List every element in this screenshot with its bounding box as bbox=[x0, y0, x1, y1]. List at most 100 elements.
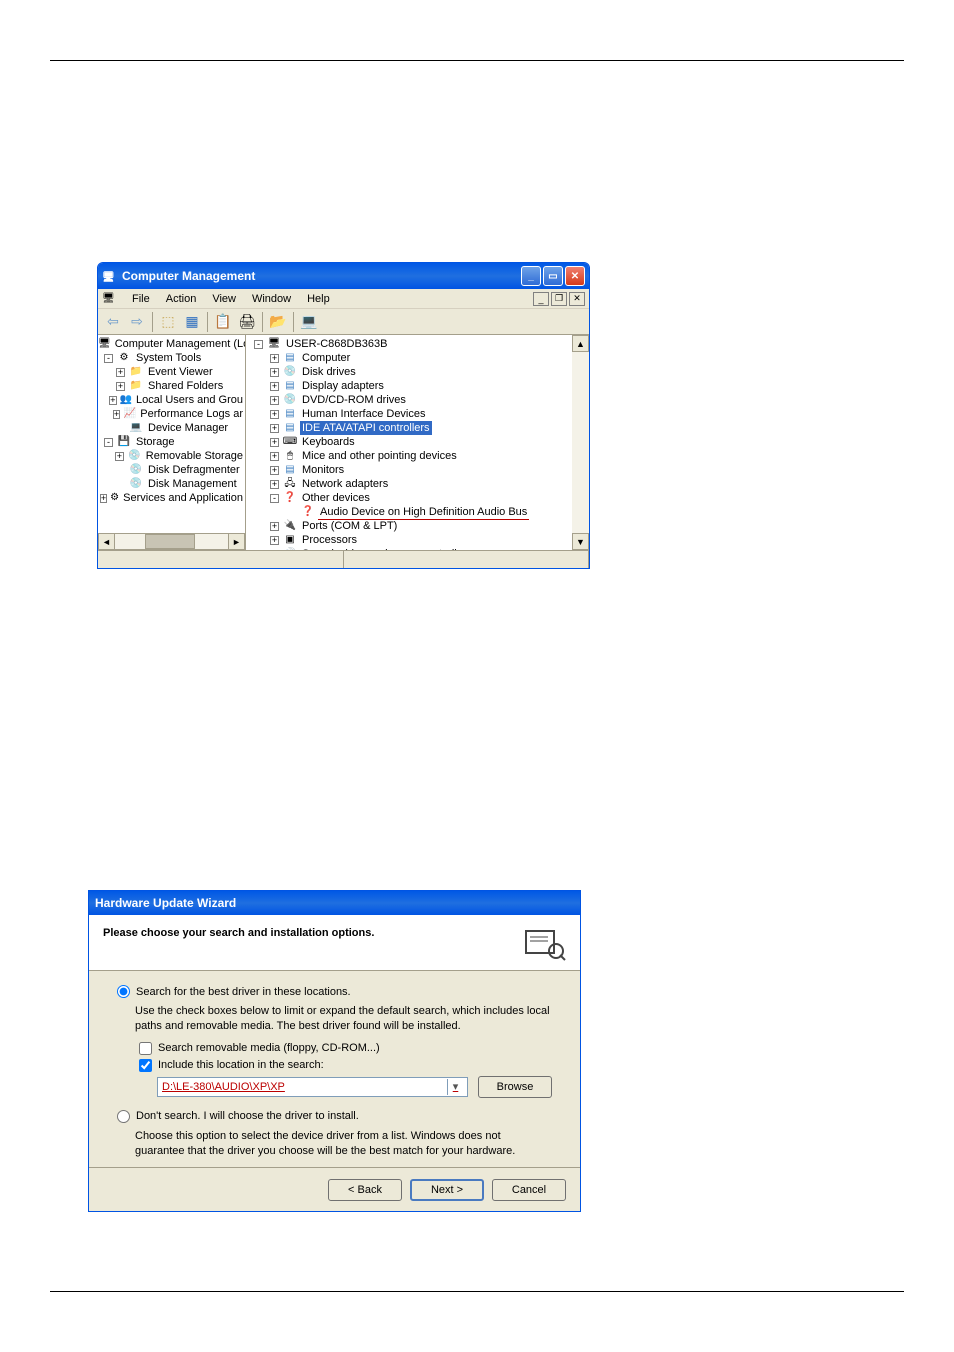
back-button[interactable]: < Back bbox=[328, 1179, 402, 1201]
tree-disk-management[interactable]: Disk Management bbox=[98, 477, 245, 491]
mdi-close-button[interactable]: ✕ bbox=[569, 292, 585, 306]
browse-button[interactable]: Browse bbox=[478, 1076, 552, 1098]
tree-event-viewer[interactable]: + Event Viewer bbox=[98, 365, 245, 379]
menu-file[interactable]: File bbox=[124, 293, 158, 305]
expand-icon[interactable]: + bbox=[109, 396, 116, 405]
expand-icon[interactable]: + bbox=[270, 354, 279, 363]
storage-icon bbox=[116, 435, 132, 449]
radio-input[interactable] bbox=[117, 985, 130, 998]
expand-icon[interactable]: + bbox=[116, 382, 125, 391]
scroll-down-icon[interactable]: ▼ bbox=[572, 533, 589, 550]
tree-ports[interactable]: + Ports (COM & LPT) bbox=[246, 519, 589, 533]
tree-removable-storage[interactable]: + Removable Storage bbox=[98, 449, 245, 463]
collapse-icon[interactable]: - bbox=[270, 494, 279, 503]
maximize-button[interactable]: ▭ bbox=[543, 266, 563, 286]
expand-icon[interactable]: + bbox=[270, 368, 279, 377]
tree-root[interactable]: Computer Management (Loc bbox=[98, 337, 245, 351]
expand-icon[interactable]: + bbox=[113, 410, 121, 419]
option-dont-search-radio[interactable]: Don't search. I will choose the driver t… bbox=[117, 1110, 552, 1123]
scan-icon[interactable]: 💻 bbox=[298, 311, 320, 333]
expand-icon[interactable]: + bbox=[270, 536, 279, 545]
close-button[interactable]: ✕ bbox=[565, 266, 585, 286]
tree-disk-drives[interactable]: + Disk drives bbox=[246, 365, 589, 379]
tree-sound-video[interactable]: + Sound, video and game controllers bbox=[246, 547, 589, 550]
expand-icon[interactable]: + bbox=[270, 424, 279, 433]
collapse-icon[interactable]: - bbox=[104, 438, 113, 447]
collapse-icon[interactable]: - bbox=[254, 340, 263, 349]
tree-shared-folders[interactable]: + Shared Folders bbox=[98, 379, 245, 393]
print-icon[interactable]: 🖨 bbox=[236, 311, 258, 333]
option-search-radio[interactable]: Search for the best driver in these loca… bbox=[117, 985, 552, 998]
tree-processors[interactable]: + Processors bbox=[246, 533, 589, 547]
tree-performance-logs[interactable]: + Performance Logs ar bbox=[98, 407, 245, 421]
tree-ide-atapi[interactable]: + IDE ATA/ATAPI controllers bbox=[246, 421, 589, 435]
expand-icon[interactable]: + bbox=[270, 480, 279, 489]
tree-other-devices[interactable]: - Other devices bbox=[246, 491, 589, 505]
check-include-location[interactable]: Include this location in the search: bbox=[139, 1059, 552, 1072]
cm-right-tree[interactable]: - USER-C868DB363B + Computer + Disk driv… bbox=[246, 335, 589, 550]
tree-monitors[interactable]: + Monitors bbox=[246, 463, 589, 477]
tree-hid[interactable]: + Human Interface Devices bbox=[246, 407, 589, 421]
scroll-left-icon[interactable]: ◄ bbox=[98, 533, 115, 550]
tree-audio-device[interactable]: Audio Device on High Definition Audio Bu… bbox=[246, 505, 589, 519]
up-folder-icon[interactable]: ⬚ bbox=[157, 311, 179, 333]
monitor-icon bbox=[102, 292, 118, 306]
scroll-up-icon[interactable]: ▲ bbox=[572, 335, 589, 352]
expand-icon[interactable]: + bbox=[115, 452, 124, 461]
expand-icon[interactable]: + bbox=[270, 466, 279, 475]
menu-help[interactable]: Help bbox=[299, 293, 338, 305]
expand-icon[interactable]: + bbox=[270, 396, 279, 405]
expand-icon[interactable]: + bbox=[116, 368, 125, 377]
cancel-button[interactable]: Cancel bbox=[492, 1179, 566, 1201]
back-icon[interactable]: ⇦ bbox=[102, 311, 124, 333]
minimize-button[interactable]: _ bbox=[521, 266, 541, 286]
menu-action[interactable]: Action bbox=[158, 293, 205, 305]
forward-icon[interactable]: ⇨ bbox=[126, 311, 148, 333]
vertical-scrollbar[interactable]: ▲ ▼ bbox=[572, 335, 589, 550]
expand-icon[interactable]: + bbox=[270, 382, 279, 391]
expand-icon[interactable]: + bbox=[270, 522, 279, 531]
cm-menubar: File Action View Window Help _ ❐ ✕ bbox=[98, 289, 589, 309]
scroll-right-icon[interactable]: ► bbox=[228, 533, 245, 550]
keyboard-icon bbox=[282, 435, 298, 449]
expand-icon[interactable]: + bbox=[270, 550, 279, 551]
collapse-icon[interactable]: - bbox=[104, 354, 113, 363]
chevron-down-icon[interactable]: ▾ bbox=[447, 1079, 463, 1095]
horizontal-scrollbar[interactable]: ◄ ► bbox=[98, 533, 245, 550]
cm-titlebar[interactable]: Computer Management _ ▭ ✕ bbox=[98, 263, 589, 289]
expand-icon[interactable]: + bbox=[270, 438, 279, 447]
expand-icon[interactable]: + bbox=[270, 452, 279, 461]
properties-icon[interactable]: 📋 bbox=[212, 311, 234, 333]
checkbox-input[interactable] bbox=[139, 1059, 152, 1072]
tree-computer[interactable]: + Computer bbox=[246, 351, 589, 365]
scrollbar-thumb[interactable] bbox=[145, 534, 195, 549]
next-button[interactable]: Next > bbox=[410, 1179, 484, 1201]
expand-icon[interactable]: + bbox=[270, 410, 279, 419]
mdi-minimize-button[interactable]: _ bbox=[533, 292, 549, 306]
path-combobox[interactable]: D:\LE-380\AUDIO\XP\XP ▾ bbox=[157, 1077, 468, 1097]
check-removable-media[interactable]: Search removable media (floppy, CD-ROM..… bbox=[139, 1042, 552, 1055]
tree-keyboards[interactable]: + Keyboards bbox=[246, 435, 589, 449]
menu-window[interactable]: Window bbox=[244, 293, 299, 305]
show-hide-icon[interactable]: ▦ bbox=[181, 311, 203, 333]
tree-dvd-cdrom[interactable]: + DVD/CD-ROM drives bbox=[246, 393, 589, 407]
cm-left-tree[interactable]: Computer Management (Loc - System Tools … bbox=[98, 335, 246, 550]
cm-window-title: Computer Management bbox=[122, 269, 519, 283]
tree-local-users[interactable]: + Local Users and Grou bbox=[98, 393, 245, 407]
checkbox-input[interactable] bbox=[139, 1042, 152, 1055]
tree-disk-defrag[interactable]: Disk Defragmenter bbox=[98, 463, 245, 477]
tree-services[interactable]: + Services and Application bbox=[98, 491, 245, 505]
tree-storage[interactable]: - Storage bbox=[98, 435, 245, 449]
expand-icon[interactable]: + bbox=[100, 494, 107, 503]
hw-titlebar[interactable]: Hardware Update Wizard bbox=[89, 891, 580, 915]
tree-system-tools[interactable]: - System Tools bbox=[98, 351, 245, 365]
menu-view[interactable]: View bbox=[204, 293, 244, 305]
tree-computer-root[interactable]: - USER-C868DB363B bbox=[246, 337, 589, 351]
tree-display-adapters[interactable]: + Display adapters bbox=[246, 379, 589, 393]
tree-network-adapters[interactable]: + Network adapters bbox=[246, 477, 589, 491]
tree-mice[interactable]: + Mice and other pointing devices bbox=[246, 449, 589, 463]
mdi-restore-button[interactable]: ❐ bbox=[551, 292, 567, 306]
tree-device-manager[interactable]: Device Manager bbox=[98, 421, 245, 435]
radio-input[interactable] bbox=[117, 1110, 130, 1123]
refresh-icon[interactable]: 📂 bbox=[267, 311, 289, 333]
